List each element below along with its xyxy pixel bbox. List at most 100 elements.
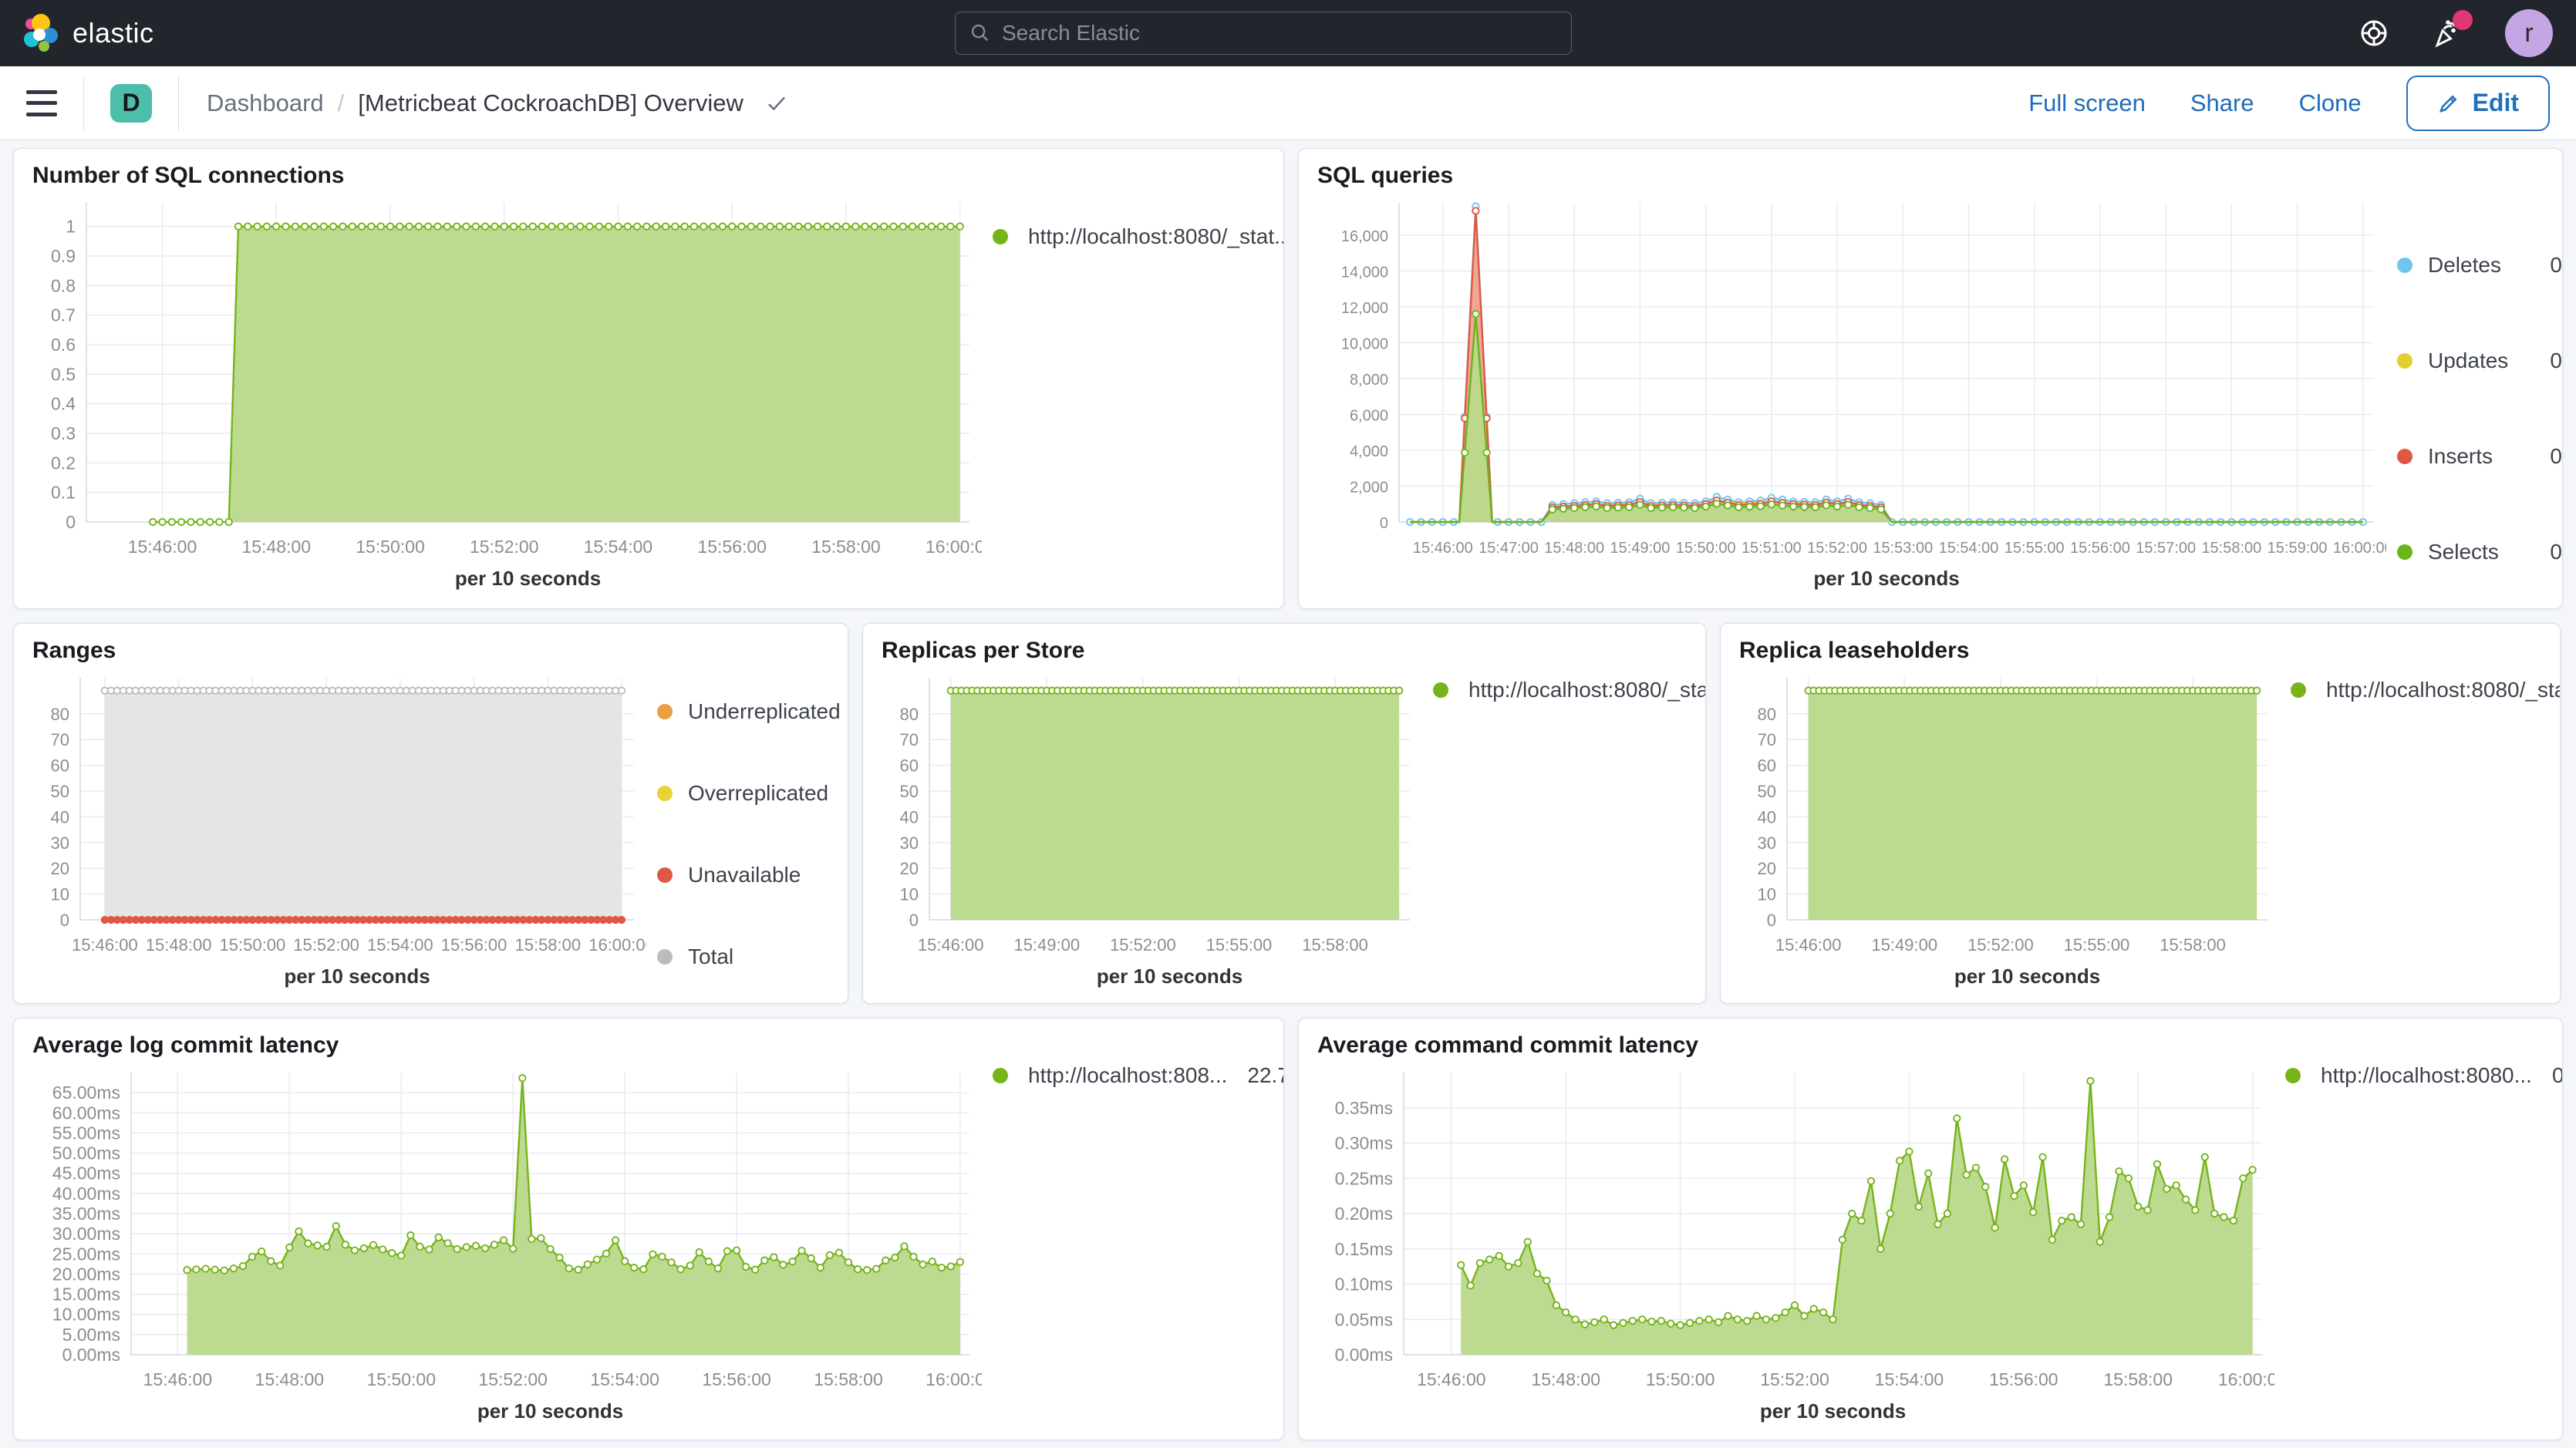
svg-text:15:50:00: 15:50:00 bbox=[356, 537, 425, 557]
svg-text:45.00ms: 45.00ms bbox=[52, 1163, 120, 1184]
svg-text:60.00ms: 60.00ms bbox=[52, 1103, 120, 1123]
panel-replica-leaseholders: Replica leaseholders 0102030405060708015… bbox=[1720, 623, 2561, 1004]
svg-text:15:48:00: 15:48:00 bbox=[1531, 1369, 1600, 1389]
chart-average-command-commit-latency[interactable]: 0.00ms0.05ms0.10ms0.15ms0.20ms0.25ms0.30… bbox=[1314, 1059, 2274, 1426]
panel-replicas-per-store: Replicas per Store 0102030405060708015:4… bbox=[862, 623, 1706, 1004]
clone-button[interactable]: Clone bbox=[2299, 89, 2362, 117]
legend-series-dot bbox=[657, 867, 673, 883]
svg-text:20: 20 bbox=[1758, 859, 1776, 878]
svg-text:15:49:00: 15:49:00 bbox=[1610, 540, 1671, 557]
panel-title: Ranges bbox=[14, 624, 848, 664]
legend-series-dot bbox=[2285, 1068, 2301, 1083]
panel-average-log-commit-latency: Average log commit latency 0.00ms5.00ms1… bbox=[13, 1018, 1284, 1440]
svg-text:20.00ms: 20.00ms bbox=[52, 1264, 120, 1284]
svg-text:12,000: 12,000 bbox=[1341, 300, 1388, 317]
svg-text:70: 70 bbox=[900, 730, 919, 749]
svg-text:15:58:00: 15:58:00 bbox=[2201, 540, 2261, 557]
svg-text:15:46:00: 15:46:00 bbox=[918, 935, 984, 955]
share-button[interactable]: Share bbox=[2190, 89, 2254, 117]
panel-number-of-sql-connections: Number of SQL connections 00.10.20.30.40… bbox=[13, 148, 1284, 609]
svg-text:0.4: 0.4 bbox=[51, 394, 76, 414]
svg-text:15:46:00: 15:46:00 bbox=[128, 537, 197, 557]
legend-series-label: Underreplicated bbox=[688, 699, 841, 724]
svg-text:per 10 seconds: per 10 seconds bbox=[455, 567, 601, 590]
svg-text:15:49:00: 15:49:00 bbox=[1871, 935, 1937, 955]
divider bbox=[83, 76, 84, 130]
chart-average-log-commit-latency[interactable]: 0.00ms5.00ms10.00ms15.00ms20.00ms25.00ms… bbox=[29, 1059, 982, 1426]
svg-text:15:55:00: 15:55:00 bbox=[2064, 935, 2130, 955]
user-avatar[interactable]: r bbox=[2505, 9, 2553, 57]
svg-text:15:50:00: 15:50:00 bbox=[1646, 1369, 1715, 1389]
chart-legend: Deletes0Updates0Inserts0Selects0 bbox=[2397, 224, 2562, 593]
svg-text:80: 80 bbox=[900, 705, 919, 724]
svg-text:0.7: 0.7 bbox=[51, 305, 76, 325]
svg-text:15:48:00: 15:48:00 bbox=[255, 1369, 325, 1389]
search-input[interactable] bbox=[1002, 21, 1557, 45]
svg-text:15:54:00: 15:54:00 bbox=[367, 935, 433, 955]
legend-series-label: http://localhost:8080... bbox=[2321, 1063, 2532, 1088]
svg-text:60: 60 bbox=[1758, 756, 1776, 776]
svg-text:60: 60 bbox=[51, 756, 69, 776]
legend-item[interactable]: http://localhost:8080/_sta...89 bbox=[1433, 678, 1706, 702]
chart-ranges[interactable]: 0102030405060708015:46:0015:48:0015:50:0… bbox=[29, 664, 646, 991]
title-check-icon[interactable] bbox=[765, 92, 788, 115]
svg-text:40.00ms: 40.00ms bbox=[52, 1184, 120, 1204]
svg-text:15:54:00: 15:54:00 bbox=[584, 537, 653, 557]
legend-item[interactable]: http://localhost:8080...0.26ms bbox=[2285, 1063, 2563, 1088]
svg-text:0.00ms: 0.00ms bbox=[62, 1345, 120, 1365]
full-screen-button[interactable]: Full screen bbox=[2028, 89, 2146, 117]
svg-text:25.00ms: 25.00ms bbox=[52, 1244, 120, 1264]
brand-name: elastic bbox=[72, 17, 154, 49]
dashboard-app-badge[interactable]: D bbox=[110, 84, 152, 123]
chart-legend: http://localhost:8080/_sta...89 bbox=[1433, 678, 1706, 991]
svg-text:0: 0 bbox=[66, 512, 76, 532]
svg-text:15:52:00: 15:52:00 bbox=[1967, 935, 2034, 955]
svg-text:60: 60 bbox=[900, 756, 919, 776]
chart-number-of-sql-connections[interactable]: 00.10.20.30.40.50.60.70.80.9115:46:0015:… bbox=[29, 189, 982, 593]
svg-text:15:55:00: 15:55:00 bbox=[2004, 540, 2065, 557]
panel-title: Replica leaseholders bbox=[1721, 624, 2560, 664]
breadcrumb-dashboard-link[interactable]: Dashboard bbox=[207, 89, 324, 117]
svg-text:10: 10 bbox=[51, 885, 69, 904]
svg-text:15:46:00: 15:46:00 bbox=[143, 1369, 213, 1389]
legend-series-dot bbox=[657, 786, 673, 801]
svg-text:20: 20 bbox=[51, 859, 69, 878]
panel-title: Number of SQL connections bbox=[14, 149, 1283, 189]
news-party-popper-icon[interactable] bbox=[2431, 16, 2465, 50]
legend-item[interactable]: http://localhost:808...22.74ms bbox=[993, 1063, 1284, 1088]
chart-replica-leaseholders[interactable]: 0102030405060708015:46:0015:49:0015:52:0… bbox=[1736, 664, 2280, 991]
global-search[interactable] bbox=[955, 12, 1572, 55]
menu-button[interactable] bbox=[26, 90, 57, 116]
legend-series-label: http://localhost:8080/_sta... bbox=[1468, 678, 1706, 702]
svg-text:15:50:00: 15:50:00 bbox=[220, 935, 286, 955]
chart-legend: http://localhost:8080/_sta...89 bbox=[2291, 678, 2561, 991]
svg-text:15:58:00: 15:58:00 bbox=[2103, 1369, 2173, 1389]
legend-series-dot bbox=[657, 949, 673, 965]
legend-series-label: http://localhost:8080/_sta... bbox=[2326, 678, 2561, 702]
edit-button[interactable]: Edit bbox=[2406, 76, 2550, 131]
svg-text:15:55:00: 15:55:00 bbox=[1206, 935, 1273, 955]
chart-replicas-per-store[interactable]: 0102030405060708015:46:0015:49:0015:52:0… bbox=[878, 664, 1422, 991]
legend-item[interactable]: http://localhost:8080/_stat...1 bbox=[993, 224, 1284, 249]
svg-text:0.05ms: 0.05ms bbox=[1335, 1309, 1393, 1329]
legend-series-label: Unavailable bbox=[688, 863, 841, 887]
svg-text:15:52:00: 15:52:00 bbox=[470, 537, 539, 557]
chart-sql-queries[interactable]: 02,0004,0006,0008,00010,00012,00014,0001… bbox=[1314, 189, 2386, 593]
svg-text:15:50:00: 15:50:00 bbox=[1676, 540, 1736, 557]
svg-text:15:54:00: 15:54:00 bbox=[1939, 540, 1999, 557]
svg-text:15:52:00: 15:52:00 bbox=[1760, 1369, 1829, 1389]
svg-text:40: 40 bbox=[900, 807, 919, 827]
elastic-logo[interactable]: elastic bbox=[23, 14, 154, 52]
svg-text:16:00:00: 16:00:00 bbox=[2333, 540, 2386, 557]
help-life-ring-icon[interactable] bbox=[2357, 16, 2391, 50]
legend-series-dot bbox=[993, 229, 1008, 244]
svg-text:15:56:00: 15:56:00 bbox=[2070, 540, 2130, 557]
chart-legend: http://localhost:808...22.74ms bbox=[993, 1063, 1284, 1426]
svg-text:35.00ms: 35.00ms bbox=[52, 1204, 120, 1224]
legend-series-dot bbox=[2397, 258, 2412, 273]
legend-item[interactable]: http://localhost:8080/_sta...89 bbox=[2291, 678, 2561, 702]
legend-series-value: 0 bbox=[2550, 253, 2562, 278]
svg-text:15:56:00: 15:56:00 bbox=[441, 935, 507, 955]
svg-text:0: 0 bbox=[1767, 911, 1776, 930]
legend-series-label: Inserts bbox=[2428, 444, 2534, 469]
